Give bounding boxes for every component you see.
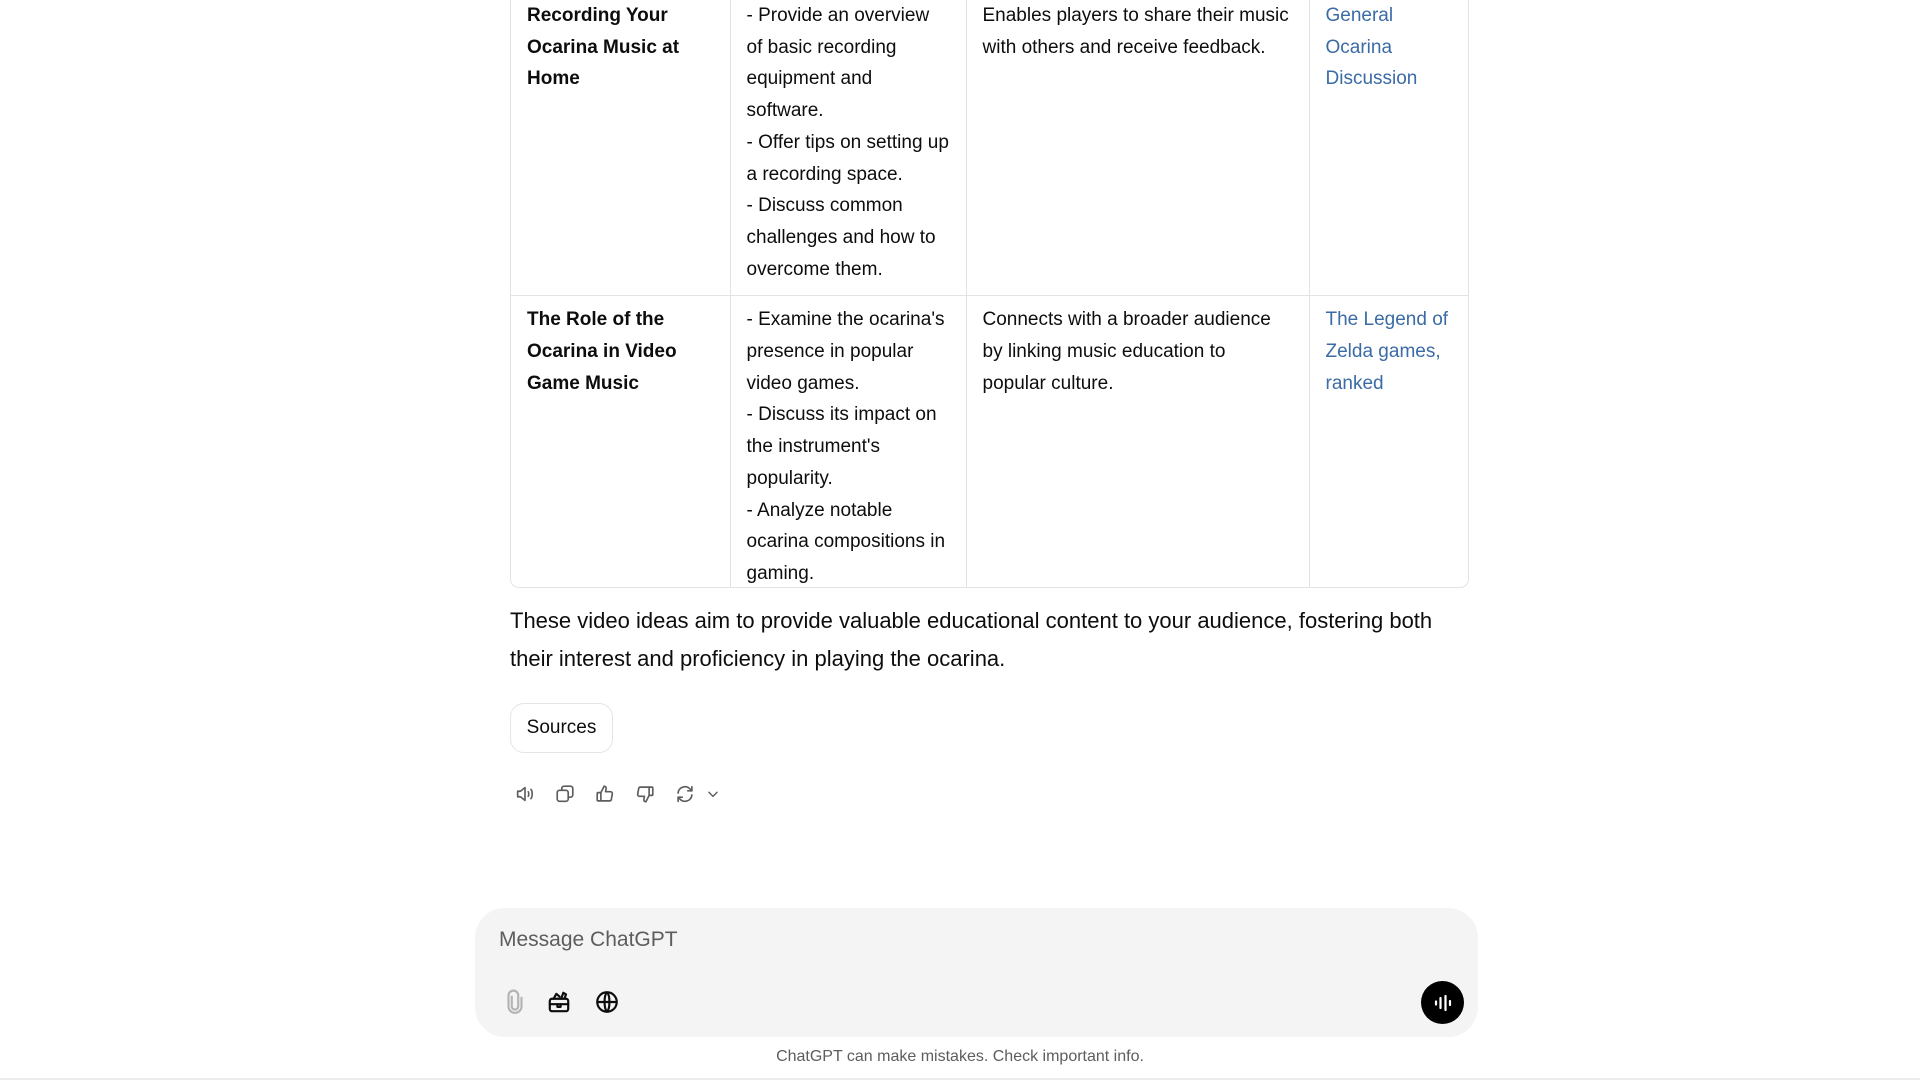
details-cell: - Provide an overview of basic recording…	[730, 0, 967, 297]
ideas-table: Recording Your Ocarina Music at Home - P…	[511, 0, 1468, 587]
tools-button[interactable]	[545, 988, 573, 1016]
table-row: The Role of the Ocarina in Video Game Mu…	[511, 295, 1468, 587]
benefit-cell: Connects with a broader audience by link…	[966, 295, 1310, 587]
details-cell: - Examine the ocarina's presence in popu…	[730, 295, 967, 587]
model-switch-button[interactable]	[700, 781, 726, 807]
summary-paragraph: These video ideas aim to provide valuabl…	[510, 608, 1433, 671]
table-row: Recording Your Ocarina Music at Home - P…	[511, 0, 1468, 297]
benefit-cell: Enables players to share their music wit…	[966, 0, 1310, 297]
detail-item: - Offer tips on setting up a recording s…	[746, 131, 949, 185]
source-cell: The Legend of Zelda games, ranked	[1309, 296, 1468, 587]
chevron-down-icon	[708, 791, 718, 798]
attach-button[interactable]	[501, 988, 529, 1016]
detail-item: - Examine the ocarina's presence in popu…	[746, 309, 945, 394]
sources-button[interactable]: Sources	[510, 703, 613, 753]
toolbox-icon	[548, 991, 570, 1013]
web-search-button[interactable]	[593, 988, 621, 1016]
topic-cell: The Role of the Ocarina in Video Game Mu…	[511, 295, 731, 587]
message-actions	[512, 781, 740, 807]
copy-icon	[556, 785, 574, 803]
thumbs-up-icon	[596, 785, 614, 802]
voice-mode-button[interactable]	[1421, 981, 1464, 1024]
message-composer	[475, 908, 1478, 1037]
copy-button[interactable]	[552, 781, 578, 807]
disclaimer-text: ChatGPT can make mistakes. Check importa…	[776, 1048, 1144, 1065]
source-link[interactable]: General Ocarina Discussion	[1326, 5, 1418, 89]
thumbs-down-icon	[636, 786, 654, 803]
detail-item: - Provide an overview of basic recording…	[746, 5, 930, 122]
detail-item: - Discuss common challenges and how to o…	[746, 195, 936, 280]
voice-waveform-icon	[1434, 994, 1451, 1011]
good-response-button[interactable]	[592, 781, 618, 807]
detail-item: - Analyze notable ocarina compositions i…	[746, 499, 946, 584]
read-aloud-button[interactable]	[512, 781, 538, 807]
speaker-icon	[516, 786, 534, 802]
paperclip-icon	[507, 989, 523, 1014]
bad-response-button[interactable]	[632, 781, 658, 807]
regenerate-icon	[677, 785, 693, 803]
source-cell: General Ocarina Discussion	[1309, 0, 1468, 297]
globe-icon	[596, 991, 618, 1013]
source-link[interactable]: The Legend of Zelda games, ranked	[1326, 309, 1449, 393]
ideas-table-container: Recording Your Ocarina Music at Home - P…	[510, 0, 1469, 588]
message-input[interactable]	[499, 925, 1399, 955]
regenerate-button[interactable]	[672, 781, 698, 807]
detail-item: - Discuss its impact on the instrument's…	[746, 404, 937, 489]
topic-cell: Recording Your Ocarina Music at Home	[511, 0, 731, 297]
